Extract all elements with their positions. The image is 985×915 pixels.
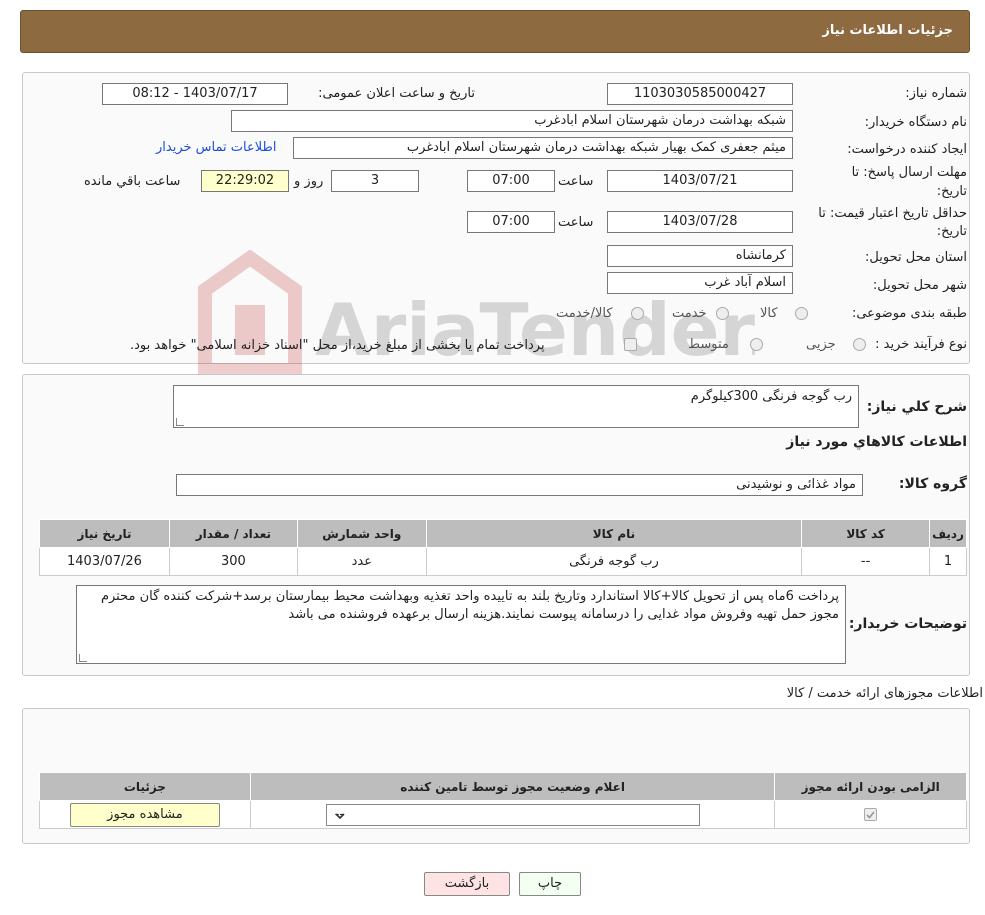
- deadline-time-label: ساعت: [558, 174, 594, 189]
- col-license-required: الزامی بودن ارائه مجوز: [774, 772, 967, 801]
- description-text: رب گوجه فرنگی 300کیلوگرم: [690, 389, 852, 404]
- page-header: جزئیات اطلاعات نیاز: [20, 10, 970, 53]
- deadline-label: مهلت ارسال پاسخ: تا: [851, 165, 967, 180]
- licenses-title: اطلاعات مجوزهای ارائه خدمت / کالا: [786, 686, 983, 701]
- col-license-status: اعلام وضعیت مجوز توسط تامین کننده: [249, 772, 776, 801]
- col-quantity: تعداد / مقدار: [168, 519, 298, 548]
- validity-time-field: 07:00: [467, 211, 555, 233]
- cell-name: رب گوجه فرنگی: [425, 547, 803, 576]
- col-code: کد کالا: [801, 519, 931, 548]
- table-row: -- مشاهده مجوز: [39, 800, 967, 829]
- deadline-label-2: تاریخ:: [936, 184, 967, 199]
- col-name: نام کالا: [425, 519, 803, 548]
- process-medium-label: متوسط: [688, 337, 729, 352]
- validity-label-2: تاریخ:: [936, 224, 967, 239]
- category-goods-radio[interactable]: [795, 307, 808, 320]
- category-goods-service-label: کالا/خدمت: [556, 306, 613, 321]
- licenses-table-header: الزامی بودن ارائه مجوز اعلام وضعیت مجوز …: [39, 772, 967, 801]
- requester-field: میثم جعفری کمک بهیار شبکه بهداشت درمان ش…: [293, 137, 793, 159]
- col-row: رديف: [929, 519, 967, 548]
- resize-grip-icon[interactable]: [79, 654, 87, 662]
- process-label: نوع فرآیند خرید :: [875, 337, 967, 352]
- checkmark-icon: [866, 811, 875, 819]
- remaining-time-field: 22:29:02: [201, 170, 289, 192]
- goods-table: رديف کد کالا نام کالا واحد شمارش تعداد /…: [39, 519, 967, 576]
- view-license-button[interactable]: مشاهده مجوز: [69, 802, 220, 827]
- buyer-org-field: شبکه بهداشت درمان شهرستان اسلام ابادغرب: [231, 110, 793, 132]
- process-medium-radio[interactable]: [750, 338, 763, 351]
- license-required-cell: [774, 800, 967, 829]
- table-row: 1 -- رب گوجه فرنگی عدد 300 1403/07/26: [39, 547, 967, 576]
- category-service-radio[interactable]: [716, 307, 729, 320]
- cell-code: --: [801, 547, 931, 576]
- announce-field: 1403/07/17 - 08:12: [102, 83, 288, 105]
- col-unit: واحد شمارش: [296, 519, 427, 548]
- province-field: کرمانشاه: [607, 245, 793, 267]
- requester-label: ایجاد کننده درخواست:: [847, 142, 967, 157]
- col-license-details: جزئیات: [39, 772, 251, 801]
- process-minor-radio[interactable]: [853, 338, 866, 351]
- payment-note: پرداخت تمام یا بخشی از مبلغ خرید،از محل …: [130, 338, 545, 353]
- buyer-contact-link[interactable]: اطلاعات تماس خریدار: [156, 140, 276, 155]
- license-required-checkbox[interactable]: [864, 808, 878, 821]
- watermark: AriaTender.neT: [195, 249, 921, 390]
- validity-date-field: 1403/07/28: [607, 211, 793, 233]
- deadline-time-field: 07:00: [467, 170, 555, 192]
- description-label: شرح کلي نياز:: [866, 399, 967, 415]
- need-number-field: 1103030585000427: [607, 83, 793, 105]
- watermark-logo-icon: AriaTender.neT: [198, 249, 921, 377]
- buyer-org-label: نام دستگاه خریدار:: [864, 115, 967, 130]
- need-number-label: شماره نیاز:: [905, 86, 967, 101]
- col-date: تاریخ نیاز: [39, 519, 170, 548]
- category-label: طبقه بندی موضوعی:: [851, 306, 967, 321]
- treasury-payment-checkbox[interactable]: [624, 338, 637, 351]
- announce-label: تاریخ و ساعت اعلان عمومی:: [318, 86, 475, 101]
- chevron-down-icon: [335, 812, 345, 819]
- page-title: جزئیات اطلاعات نیاز: [822, 23, 953, 38]
- resize-grip-icon[interactable]: [176, 418, 184, 426]
- days-label: روز و: [294, 174, 324, 189]
- goods-group-field: مواد غذائی و نوشیدنی: [176, 474, 863, 496]
- buyer-notes-textarea: پرداخت 6ماه پس از تحویل کالا+کالا استاند…: [76, 585, 846, 664]
- goods-table-header: رديف کد کالا نام کالا واحد شمارش تعداد /…: [39, 519, 967, 548]
- city-label: شهر محل تحویل:: [872, 278, 967, 293]
- city-field: اسلام آباد غرب: [607, 272, 793, 294]
- licenses-table: الزامی بودن ارائه مجوز اعلام وضعیت مجوز …: [39, 772, 967, 829]
- remaining-label: ساعت باقي مانده: [84, 174, 181, 189]
- cell-quantity: 300: [168, 547, 298, 576]
- buyer-notes-label: توضیحات خریدار:: [848, 616, 967, 632]
- category-goods-service-radio[interactable]: [631, 307, 644, 320]
- license-details-cell: مشاهده مجوز: [39, 800, 251, 829]
- cell-unit: عدد: [296, 547, 427, 576]
- license-status-select[interactable]: --: [325, 803, 700, 826]
- goods-group-label: گروه کالا:: [898, 476, 967, 492]
- cell-date: 1403/07/26: [39, 547, 170, 576]
- watermark-text: AriaTender.neT: [315, 288, 755, 372]
- category-service-label: خدمت: [672, 306, 707, 321]
- province-label: استان محل تحویل:: [865, 250, 967, 265]
- deadline-date-field: 1403/07/21: [607, 170, 793, 192]
- back-button[interactable]: بازگشت: [424, 872, 510, 896]
- validity-label: حداقل تاریخ اعتبار قیمت: تا: [818, 206, 967, 221]
- cell-row: 1: [929, 547, 967, 576]
- buyer-notes-text: پرداخت 6ماه پس از تحویل کالا+کالا استاند…: [100, 589, 839, 622]
- category-goods-label: کالا: [760, 306, 778, 321]
- print-button[interactable]: چاپ: [519, 872, 581, 896]
- days-remaining-field: 3: [331, 170, 419, 192]
- validity-time-label: ساعت: [558, 215, 594, 230]
- goods-section-title: اطلاعات کالاهاي مورد نياز: [786, 434, 967, 450]
- process-minor-label: جزیی: [806, 337, 836, 352]
- description-textarea: رب گوجه فرنگی 300کیلوگرم: [173, 385, 859, 428]
- license-status-cell: --: [249, 800, 776, 829]
